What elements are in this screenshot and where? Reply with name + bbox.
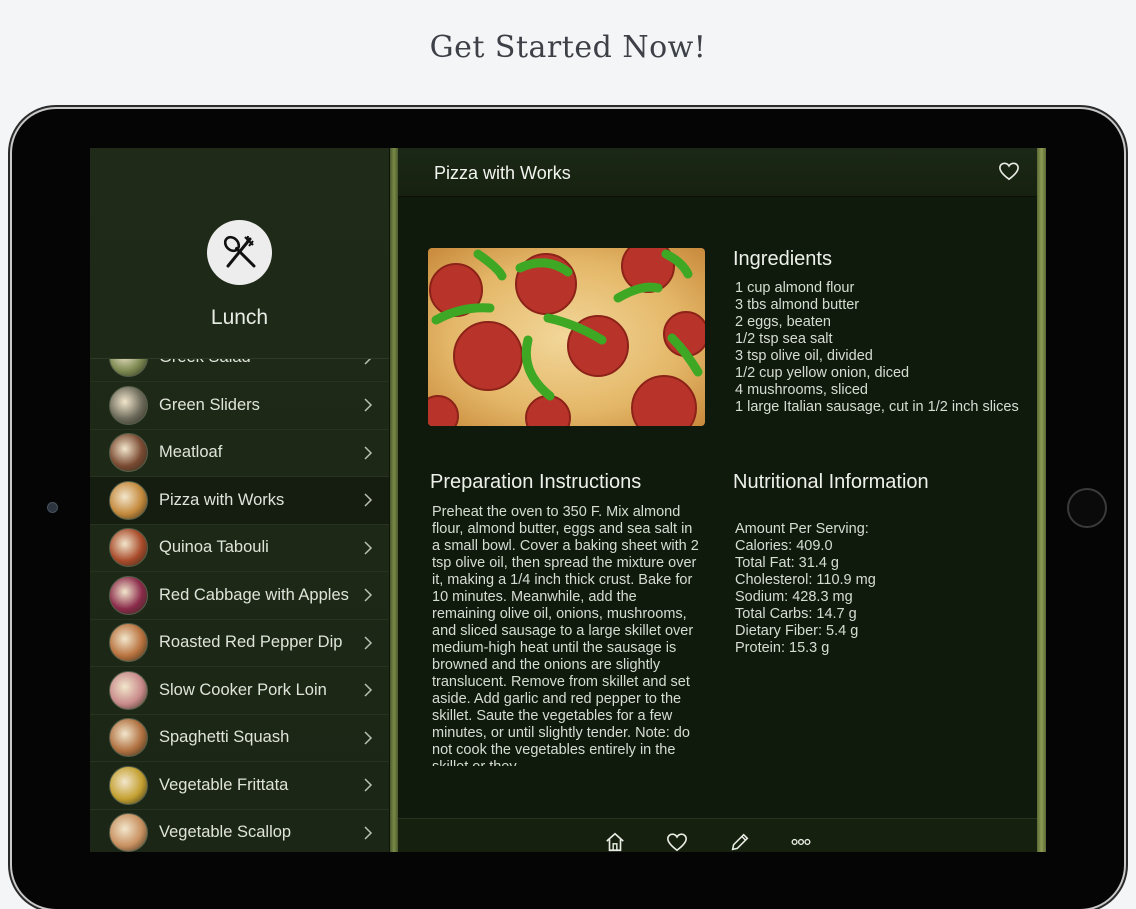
- nutrition-heading: Nutritional Information: [733, 471, 929, 493]
- recipe-list-item-label: Vegetable Frittata: [159, 775, 289, 794]
- recipe-list-item[interactable]: Vegetable Frittata: [90, 762, 389, 810]
- preparation-heading: Preparation Instructions: [430, 471, 642, 493]
- recipe-list-item[interactable]: Greek Salad: [90, 359, 389, 382]
- ingredient-item: 4 mushrooms, sliced: [735, 382, 868, 398]
- recipe-thumbnail: [109, 385, 148, 425]
- chevron-right-icon: [364, 730, 373, 745]
- chevron-right-icon: [364, 825, 373, 840]
- recipe-thumbnail: [109, 765, 148, 805]
- chevron-right-icon: [364, 588, 373, 602]
- recipe-thumbnail: [109, 480, 148, 520]
- recipe-list-item-label: Green Sliders: [159, 395, 260, 414]
- recipe-thumbnail: [109, 359, 148, 377]
- recipe-list-item-label: Roasted Red Pepper Dip: [159, 633, 343, 651]
- chevron-right-icon: [364, 778, 373, 792]
- ingredients-list: 1 cup almond flour 3 tbs almond butter 2 e…: [735, 280, 1025, 426]
- recipe-list-item-label: Greek Salad: [159, 359, 251, 367]
- ingredient-item: 2 eggs, beaten: [735, 314, 831, 330]
- recipe-thumbnail: [109, 575, 148, 615]
- preparation-text: Preheat the oven to 350 F. Mix almond fl…: [432, 504, 699, 766]
- recipe-title: Pizza with Works: [434, 163, 571, 183]
- recipe-thumbnail: [109, 528, 148, 567]
- favorite-heart-icon[interactable]: [998, 161, 1020, 181]
- recipe-detail: Pizza with Works Ingredients 1 cup almon…: [398, 148, 1037, 852]
- right-edge-strip: [1037, 148, 1046, 852]
- recipe-thumbnail: [109, 718, 148, 757]
- recipe-list-item-label: Red Cabbage with Apples: [159, 585, 349, 604]
- chevron-right-icon: [364, 493, 373, 507]
- nutrition-item: Dietary Fiber: 5.4 g: [735, 623, 859, 639]
- recipe-thumbnail: [109, 623, 148, 662]
- recipe-list-item[interactable]: Roasted Red Pepper Dip: [90, 619, 389, 667]
- ingredient-item: 1 cup almond flour: [735, 280, 855, 296]
- ingredient-item: 1/2 cup yellow onion, diced: [735, 365, 910, 381]
- app-screen: Lunch Greek Salad Green Sliders Meatloaf Pi…: [90, 148, 1046, 852]
- page-headline: Get Started Now!: [429, 30, 707, 65]
- heart-icon[interactable]: [666, 831, 688, 852]
- recipe-list-item-label: Slow Cooker Pork Loin: [159, 680, 327, 699]
- ingredient-item: 1 large Italian sausage, cut in 1/2 inch…: [735, 399, 1019, 415]
- chevron-right-icon: [364, 359, 371, 365]
- nutrition-list: Amount Per Serving: Calories: 409.0 Total …: [735, 521, 1025, 671]
- recipe-list-item-label: Pizza with Works: [159, 490, 285, 509]
- nutrition-item: Cholesterol: 110.9 mg: [735, 572, 876, 588]
- recipe-list-item[interactable]: Red Cabbage with Apples: [90, 572, 389, 620]
- chevron-right-icon: [364, 683, 373, 697]
- recipe-list-item[interactable]: Slow Cooker Pork Loin: [90, 667, 389, 715]
- ingredient-item: 3 tsp olive oil, divided: [735, 348, 873, 364]
- recipe-thumbnail: [109, 433, 148, 472]
- ingredient-item: 3 tbs almond butter: [735, 297, 860, 313]
- recipe-list-item-label: Vegetable Scallop: [159, 823, 292, 841]
- recipe-list-item[interactable]: Pizza with Works: [90, 476, 389, 525]
- sidebar-header: Lunch: [90, 148, 389, 358]
- nutrition-item: Protein: 15.3 g: [735, 640, 830, 656]
- bottom-toolbar: [398, 818, 1037, 852]
- category-logo: [207, 220, 272, 285]
- ingredient-item: 1/2 tsp sea salt: [735, 331, 833, 347]
- category-title: Lunch: [210, 306, 269, 329]
- nutrition-item: Calories: 409.0: [735, 538, 833, 554]
- chevron-right-icon: [364, 398, 373, 412]
- chevron-right-icon: [364, 445, 373, 460]
- ingredients-heading: Ingredients: [733, 248, 832, 270]
- recipe-list-item[interactable]: Meatloaf: [90, 429, 389, 477]
- sidebar: Lunch Greek Salad Green Sliders Meatloaf Pi…: [90, 148, 390, 852]
- recipe-list-item-label: Spaghetti Squash: [159, 728, 290, 746]
- pencil-icon[interactable]: [729, 831, 751, 852]
- more-icon[interactable]: [790, 831, 812, 852]
- detail-top-bar: Pizza with Works: [398, 148, 1037, 197]
- recipe-list-item-label: Meatloaf: [159, 443, 223, 461]
- recipe-list-item[interactable]: Green Sliders: [90, 382, 389, 430]
- nutrition-item: Total Carbs: 14.7 g: [735, 606, 857, 622]
- recipe-thumbnail: [109, 813, 148, 852]
- panel-divider: [390, 148, 398, 852]
- recipe-list: Greek Salad Green Sliders Meatloaf Pizza wi…: [90, 358, 389, 852]
- recipe-list-item-label: Quinoa Tabouli: [159, 538, 269, 556]
- recipe-photo: [428, 248, 705, 426]
- recipe-list-item[interactable]: Quinoa Tabouli: [90, 524, 389, 572]
- nutrition-item: Total Fat: 31.4 g: [735, 555, 839, 571]
- recipe-thumbnail: [109, 670, 148, 710]
- tablet-camera: [47, 502, 58, 513]
- chevron-right-icon: [364, 635, 373, 650]
- home-icon[interactable]: [604, 831, 626, 852]
- recipe-list-item[interactable]: Vegetable Scallop: [90, 809, 389, 852]
- chevron-right-icon: [364, 540, 373, 555]
- recipe-list-item[interactable]: Spaghetti Squash: [90, 714, 389, 762]
- nutrition-item: Sodium: 428.3 mg: [735, 589, 853, 605]
- tablet-home-button[interactable]: [1067, 488, 1107, 528]
- utensils-icon: [223, 235, 255, 267]
- nutrition-item: Amount Per Serving:: [735, 521, 869, 537]
